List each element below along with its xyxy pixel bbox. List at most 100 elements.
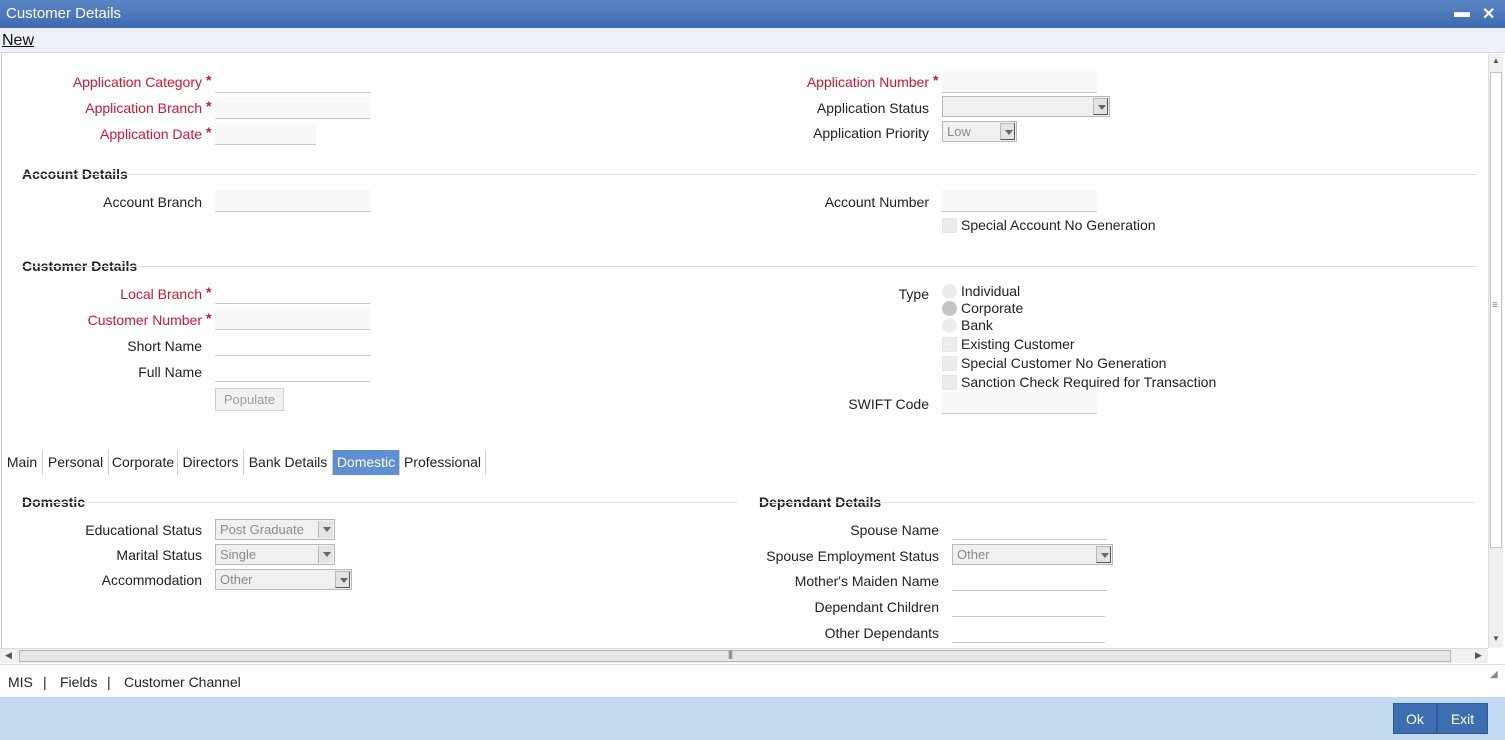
educational-status-value: Post Graduate — [220, 522, 304, 537]
application-number-label: Application Number — [806, 74, 929, 90]
tab-domestic[interactable]: Domestic — [333, 450, 400, 475]
sanction-check-checkbox[interactable] — [942, 375, 957, 390]
tab-corporate[interactable]: Corporate — [109, 450, 178, 475]
scroll-down-icon[interactable]: ▼ — [1492, 634, 1500, 643]
mothers-maiden-name-label: Mother's Maiden Name — [794, 573, 939, 589]
vertical-scroll-thumb[interactable] — [1490, 72, 1502, 548]
spouse-employment-select[interactable]: Other — [952, 544, 1113, 565]
exit-button[interactable]: Exit — [1437, 703, 1488, 734]
footer-bar: Ok Exit — [0, 697, 1505, 740]
menu-bar: New — [0, 28, 1505, 53]
account-branch-input[interactable] — [215, 190, 370, 212]
application-date-input[interactable] — [215, 123, 316, 145]
spouse-employment-value: Other — [957, 547, 990, 562]
marital-status-select[interactable]: Single — [215, 544, 335, 565]
accommodation-value: Other — [220, 572, 253, 587]
required-marker: * — [206, 72, 212, 88]
chevron-down-icon — [318, 521, 333, 538]
scroll-left-icon[interactable]: ◀ — [5, 650, 12, 661]
mothers-maiden-name-input[interactable] — [952, 569, 1107, 591]
section-divider — [22, 266, 1477, 267]
link-separator: | — [107, 674, 111, 690]
required-marker: * — [206, 284, 212, 300]
link-separator: | — [43, 674, 47, 690]
minimize-icon[interactable]: ▬ — [1454, 4, 1470, 22]
short-name-input[interactable] — [215, 334, 370, 356]
application-category-input[interactable] — [215, 71, 370, 93]
section-divider — [22, 502, 737, 503]
populate-button[interactable]: Populate — [215, 388, 284, 411]
application-status-label: Application Status — [816, 100, 929, 116]
local-branch-input[interactable] — [215, 282, 370, 304]
full-name-label: Full Name — [138, 364, 202, 380]
application-priority-select[interactable]: Low — [942, 121, 1017, 142]
type-radio-corporate[interactable] — [942, 301, 957, 316]
type-label: Type — [898, 286, 929, 302]
required-marker: * — [206, 124, 212, 140]
account-branch-label: Account Branch — [103, 194, 202, 210]
scroll-up-icon[interactable]: ▲ — [1492, 56, 1500, 65]
horizontal-scrollbar[interactable]: ◀ ▶ — [0, 648, 1488, 663]
dependant-children-label: Dependant Children — [814, 599, 939, 615]
account-number-input[interactable] — [942, 190, 1097, 212]
type-radio-individual[interactable] — [942, 284, 957, 299]
swift-code-input[interactable] — [942, 392, 1097, 414]
marital-status-value: Single — [220, 547, 257, 562]
vertical-scrollbar[interactable]: ▲ ▼ — [1488, 54, 1503, 648]
application-category-label: Application Category — [72, 74, 202, 90]
chevron-down-icon — [1096, 546, 1111, 563]
new-link[interactable]: New — [2, 32, 34, 50]
horizontal-scroll-thumb[interactable] — [19, 649, 1451, 662]
spouse-name-input[interactable] — [952, 518, 1107, 540]
application-number-input[interactable] — [942, 71, 1097, 93]
title-bar: Customer Details ▬ ✕ — [0, 0, 1505, 28]
form-content: Application Category * Application Branc… — [1, 54, 1488, 648]
required-marker: * — [206, 310, 212, 326]
scroll-right-icon[interactable]: ▶ — [1475, 650, 1482, 661]
spouse-employment-label: Spouse Employment Status — [766, 548, 939, 564]
accommodation-select[interactable]: Other — [215, 569, 352, 590]
fields-link[interactable]: Fields — [60, 674, 97, 690]
special-customer-no-checkbox[interactable] — [942, 356, 957, 371]
educational-status-select[interactable]: Post Graduate — [215, 519, 335, 540]
ok-button[interactable]: Ok — [1393, 703, 1437, 734]
application-branch-input[interactable] — [215, 97, 370, 119]
chevron-down-icon — [1093, 98, 1108, 115]
special-account-no-label: Special Account No Generation — [961, 217, 1156, 233]
local-branch-label: Local Branch — [120, 286, 202, 302]
full-name-input[interactable] — [215, 360, 370, 382]
swift-code-label: SWIFT Code — [848, 396, 929, 412]
required-marker: * — [206, 98, 212, 114]
accommodation-label: Accommodation — [101, 572, 202, 588]
marital-status-label: Marital Status — [116, 547, 202, 563]
customer-channel-link[interactable]: Customer Channel — [124, 674, 241, 690]
tab-main[interactable]: Main — [2, 450, 43, 475]
resize-grip-icon[interactable]: ◢ — [1490, 669, 1498, 680]
other-dependants-label: Other Dependants — [824, 625, 939, 641]
application-priority-value: Low — [947, 124, 971, 139]
special-account-no-checkbox[interactable] — [942, 218, 957, 233]
type-radio-bank[interactable] — [942, 318, 957, 333]
tab-bank-details[interactable]: Bank Details — [244, 450, 333, 475]
application-priority-label: Application Priority — [813, 125, 929, 141]
window-title: Customer Details — [6, 5, 122, 22]
dependant-children-input[interactable] — [952, 595, 1105, 617]
account-number-label: Account Number — [824, 194, 929, 210]
type-option-label: Individual — [961, 283, 1021, 299]
customer-number-input[interactable] — [215, 308, 370, 330]
short-name-label: Short Name — [127, 338, 202, 354]
existing-customer-checkbox[interactable] — [942, 337, 957, 352]
tab-professional[interactable]: Professional — [400, 450, 486, 475]
application-branch-label: Application Branch — [85, 100, 202, 116]
existing-customer-label: Existing Customer — [961, 336, 1075, 352]
tab-directors[interactable]: Directors — [178, 450, 244, 475]
tab-personal[interactable]: Personal — [43, 450, 109, 475]
application-status-select[interactable] — [942, 96, 1110, 117]
application-date-label: Application Date — [100, 126, 202, 142]
other-dependants-input[interactable] — [952, 621, 1105, 643]
bottom-link-bar: MIS | Fields | Customer Channel — [0, 664, 1505, 697]
type-option-label: Corporate — [961, 300, 1024, 316]
sanction-check-label: Sanction Check Required for Transaction — [961, 374, 1217, 390]
mis-link[interactable]: MIS — [8, 674, 33, 690]
close-icon[interactable]: ✕ — [1482, 4, 1495, 24]
